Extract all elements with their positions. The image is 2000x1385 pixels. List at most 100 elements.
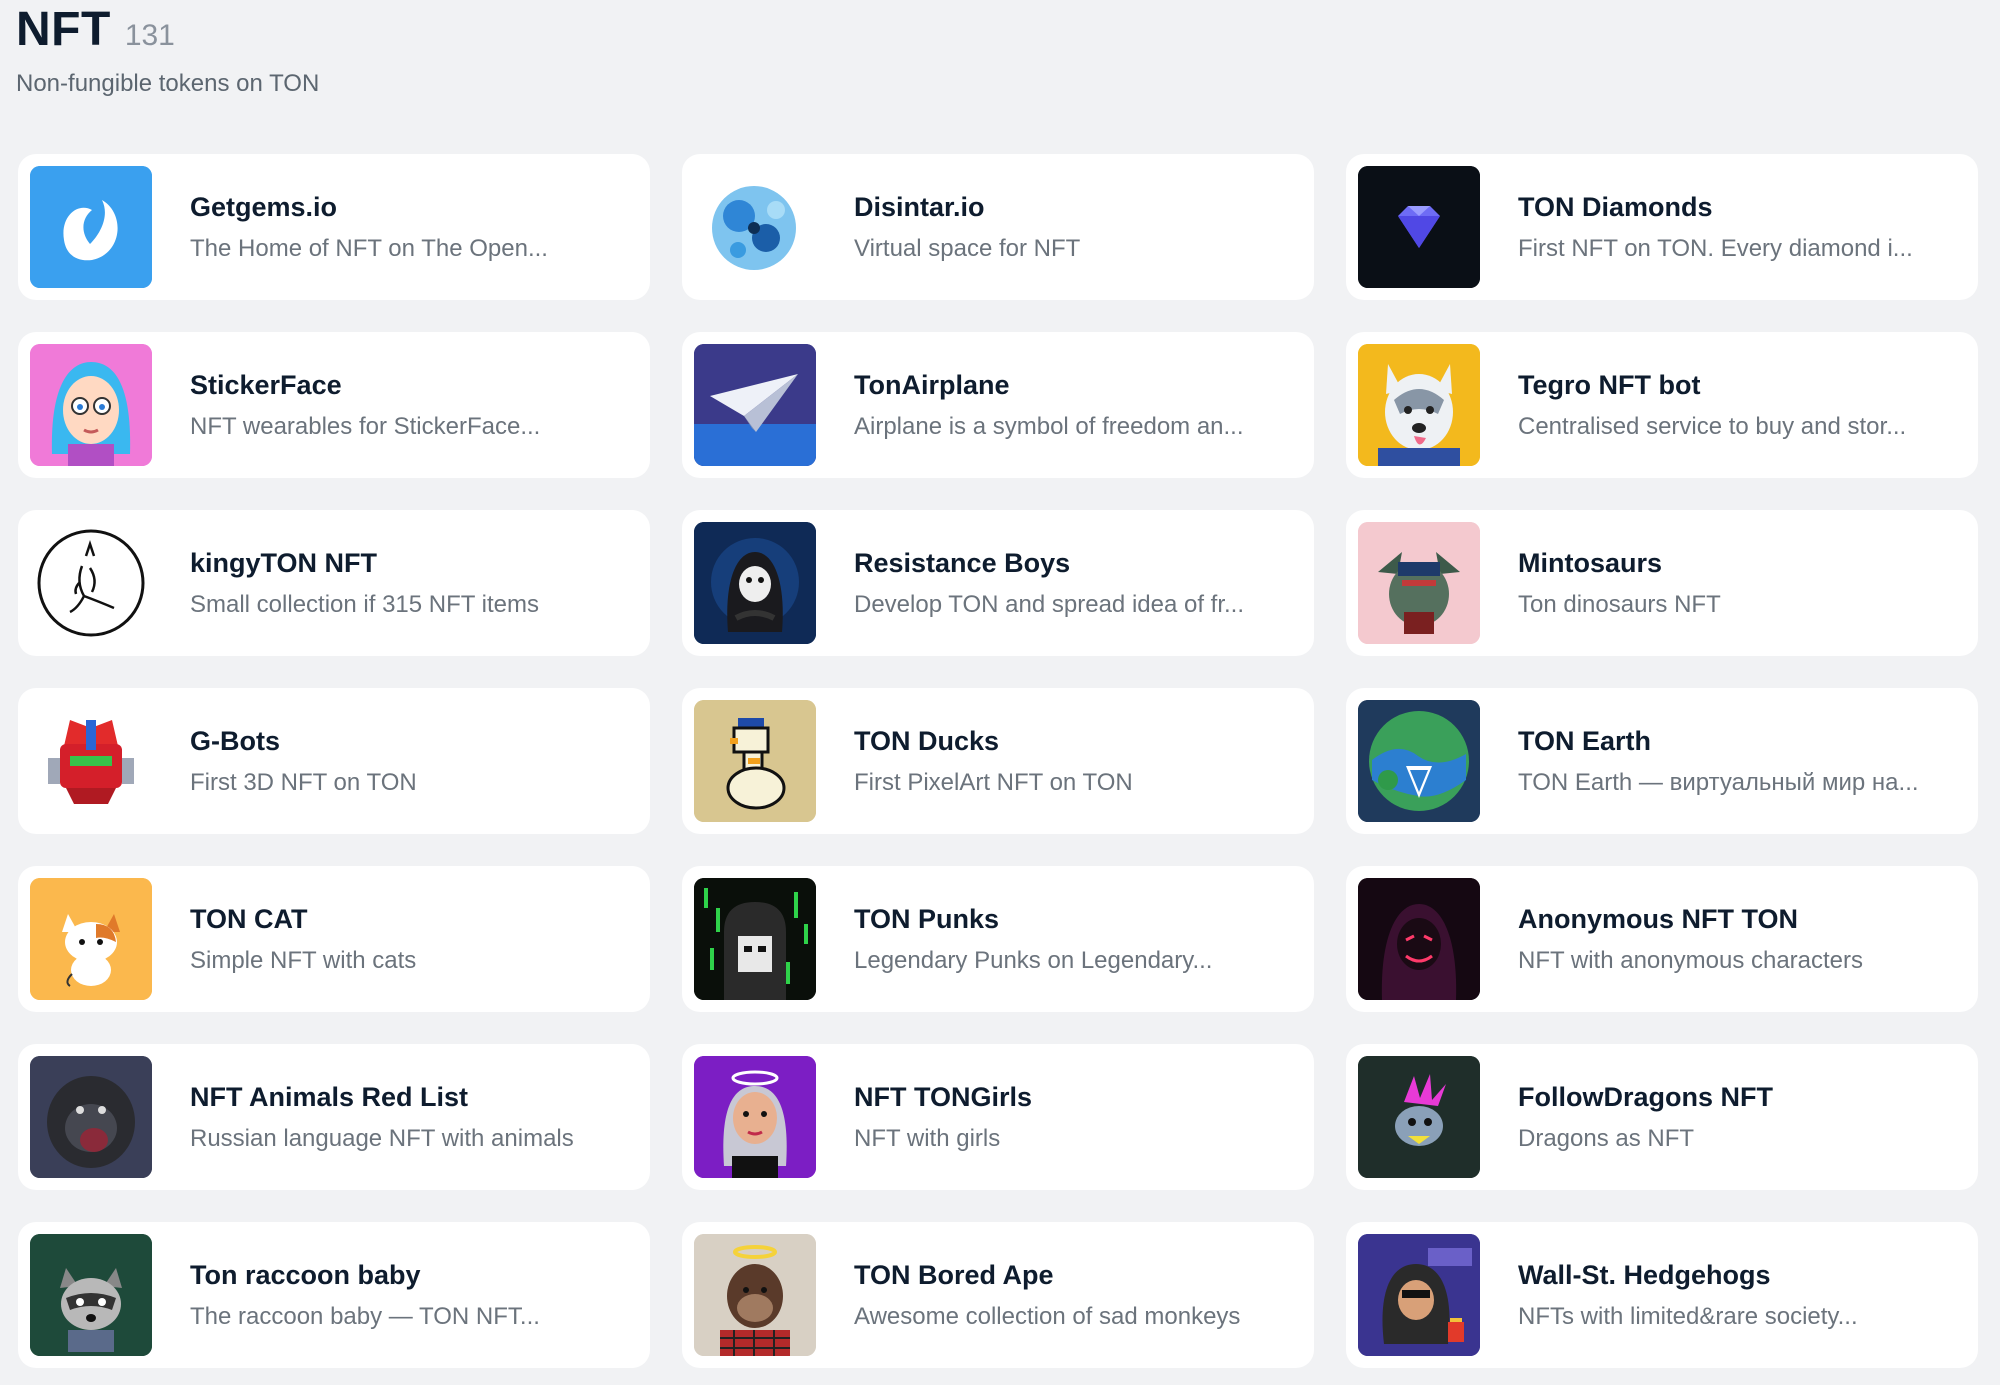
card-description: NFT with anonymous characters <box>1518 946 1864 974</box>
card-text: TON Punks Legendary Punks on Legendary... <box>854 904 1302 975</box>
cat-icon <box>30 878 152 1000</box>
nft-catalog-page: NFT 131 Non-fungible tokens on TON Getge… <box>0 0 2000 1385</box>
card-title: TonAirplane <box>854 369 1010 400</box>
getgems-logo-icon <box>30 166 152 288</box>
nft-card[interactable]: TON Earth TON Earth — виртуальный мир на.… <box>1346 688 1978 834</box>
card-description: Virtual space for NFT <box>854 234 1081 262</box>
card-title: G-Bots <box>190 725 280 756</box>
card-title: TON Ducks <box>854 725 1000 756</box>
nft-card[interactable]: Disintar.io Virtual space for NFT <box>682 154 1314 300</box>
robot-head-icon <box>30 700 152 822</box>
card-text: Wall-St. Hedgehogs NFTs with limited&rare… <box>1518 1260 1966 1331</box>
nft-card[interactable]: Getgems.io The Home of NFT on The Open... <box>18 154 650 300</box>
card-title: TON CAT <box>190 903 308 934</box>
nft-card[interactable]: kingyTON NFT Small collection if 315 NFT … <box>18 510 650 656</box>
page-header: NFT 131 <box>16 2 175 57</box>
card-title: TON Earth <box>1518 725 1652 756</box>
nft-card[interactable]: NFT TONGirls NFT with girls <box>682 1044 1314 1190</box>
card-description: Ton dinosaurs NFT <box>1518 590 1721 618</box>
card-title: NFT Animals Red List <box>190 1081 469 1112</box>
card-text: Ton raccoon baby The raccoon baby — TON N… <box>190 1260 638 1331</box>
card-description: Centralised service to buy and stor... <box>1518 412 1907 440</box>
nft-card[interactable]: TON Diamonds First NFT on TON. Every diam… <box>1346 154 1978 300</box>
item-count: 131 <box>124 19 175 52</box>
card-description: First NFT on TON. Every diamond i... <box>1518 234 1913 262</box>
earth-globe-icon <box>1358 700 1480 822</box>
card-description: TON Earth — виртуальный мир на... <box>1518 768 1919 796</box>
card-description: NFT wearables for StickerFace... <box>190 412 541 440</box>
nft-card[interactable]: Ton raccoon baby The raccoon baby — TON N… <box>18 1222 650 1368</box>
card-description: First PixelArt NFT on TON <box>854 768 1133 796</box>
hooded-figure-icon <box>694 522 816 644</box>
card-text: Anonymous NFT TON NFT with anonymous char… <box>1518 904 1966 975</box>
diamond-icon <box>1358 166 1480 288</box>
card-text: TON Ducks First PixelArt NFT on TON <box>854 726 1302 797</box>
nft-card[interactable]: TON Ducks First PixelArt NFT on TON <box>682 688 1314 834</box>
card-title: NFT TONGirls <box>854 1081 1033 1112</box>
card-title: StickerFace <box>190 369 342 400</box>
card-text: TON Bored Ape Awesome collection of sad m… <box>854 1260 1302 1331</box>
card-text: Mintosaurs Ton dinosaurs NFT <box>1518 548 1966 619</box>
card-title: Mintosaurs <box>1518 547 1663 578</box>
card-description: Russian language NFT with animals <box>190 1124 574 1152</box>
kangaroo-icon <box>30 522 152 644</box>
card-title: Ton raccoon baby <box>190 1259 421 1290</box>
stickerface-avatar-icon <box>30 344 152 466</box>
nft-card[interactable]: Mintosaurs Ton dinosaurs NFT <box>1346 510 1978 656</box>
card-title: TON Bored Ape <box>854 1259 1054 1290</box>
card-title: FollowDragons NFT <box>1518 1081 1773 1112</box>
nft-card[interactable]: Resistance Boys Develop TON and spread id… <box>682 510 1314 656</box>
card-text: TON CAT Simple NFT with cats <box>190 904 638 975</box>
card-text: Resistance Boys Develop TON and spread id… <box>854 548 1302 619</box>
card-text: G-Bots First 3D NFT on TON <box>190 726 638 797</box>
disintar-logo-icon <box>694 166 816 288</box>
nft-card[interactable]: Wall-St. Hedgehogs NFTs with limited&rare… <box>1346 1222 1978 1368</box>
card-text: NFT TONGirls NFT with girls <box>854 1082 1302 1153</box>
nft-card[interactable]: TON CAT Simple NFT with cats <box>18 866 650 1012</box>
card-text: TON Diamonds First NFT on TON. Every diam… <box>1518 192 1966 263</box>
card-text: kingyTON NFT Small collection if 315 NFT … <box>190 548 638 619</box>
card-description: The raccoon baby — TON NFT... <box>190 1302 540 1330</box>
card-description: Simple NFT with cats <box>190 946 417 974</box>
nft-card[interactable]: TON Bored Ape Awesome collection of sad m… <box>682 1222 1314 1368</box>
card-description: NFT with girls <box>854 1124 1001 1152</box>
card-title: Resistance Boys <box>854 547 1071 578</box>
card-title: kingyTON NFT <box>190 547 378 578</box>
card-description: Airplane is a symbol of freedom an... <box>854 412 1244 440</box>
pixel-duck-icon <box>694 700 816 822</box>
card-description: Awesome collection of sad monkeys <box>854 1302 1241 1330</box>
card-description: Dragons as NFT <box>1518 1124 1695 1152</box>
card-text: Getgems.io The Home of NFT on The Open... <box>190 192 638 263</box>
card-text: TON Earth TON Earth — виртуальный мир на.… <box>1518 726 1966 797</box>
nft-card[interactable]: NFT Animals Red List Russian language NFT… <box>18 1044 650 1190</box>
nft-card[interactable]: Anonymous NFT TON NFT with anonymous char… <box>1346 866 1978 1012</box>
dinosaur-icon <box>1358 522 1480 644</box>
card-title: Disintar.io <box>854 191 985 222</box>
nft-grid: Getgems.io The Home of NFT on The Open...… <box>18 154 1978 1368</box>
pixel-punk-icon <box>694 878 816 1000</box>
card-title: Anonymous NFT TON <box>1518 903 1798 934</box>
nft-card[interactable]: TonAirplane Airplane is a symbol of freed… <box>682 332 1314 478</box>
nft-card[interactable]: G-Bots First 3D NFT on TON <box>18 688 650 834</box>
hedgehog-icon <box>1358 1234 1480 1356</box>
card-title: TON Diamonds <box>1518 191 1713 222</box>
nft-card[interactable]: FollowDragons NFT Dragons as NFT <box>1346 1044 1978 1190</box>
girl-avatar-icon <box>694 1056 816 1178</box>
card-description: Develop TON and spread idea of fr... <box>854 590 1245 618</box>
card-text: FollowDragons NFT Dragons as NFT <box>1518 1082 1966 1153</box>
card-description: Small collection if 315 NFT items <box>190 590 540 618</box>
page-subtitle: Non-fungible tokens on TON <box>16 70 320 97</box>
dragon-icon <box>1358 1056 1480 1178</box>
card-description: Legendary Punks on Legendary... <box>854 946 1213 974</box>
card-title: Wall-St. Hedgehogs <box>1518 1259 1771 1290</box>
husky-icon <box>1358 344 1480 466</box>
nft-card[interactable]: Tegro NFT bot Centralised service to buy … <box>1346 332 1978 478</box>
card-text: StickerFace NFT wearables for StickerFace… <box>190 370 638 441</box>
gorilla-icon <box>30 1056 152 1178</box>
card-title: Getgems.io <box>190 191 338 222</box>
card-text: Tegro NFT bot Centralised service to buy … <box>1518 370 1966 441</box>
raccoon-icon <box>30 1234 152 1356</box>
nft-card[interactable]: StickerFace NFT wearables for StickerFace… <box>18 332 650 478</box>
masked-hacker-icon <box>1358 878 1480 1000</box>
nft-card[interactable]: TON Punks Legendary Punks on Legendary... <box>682 866 1314 1012</box>
